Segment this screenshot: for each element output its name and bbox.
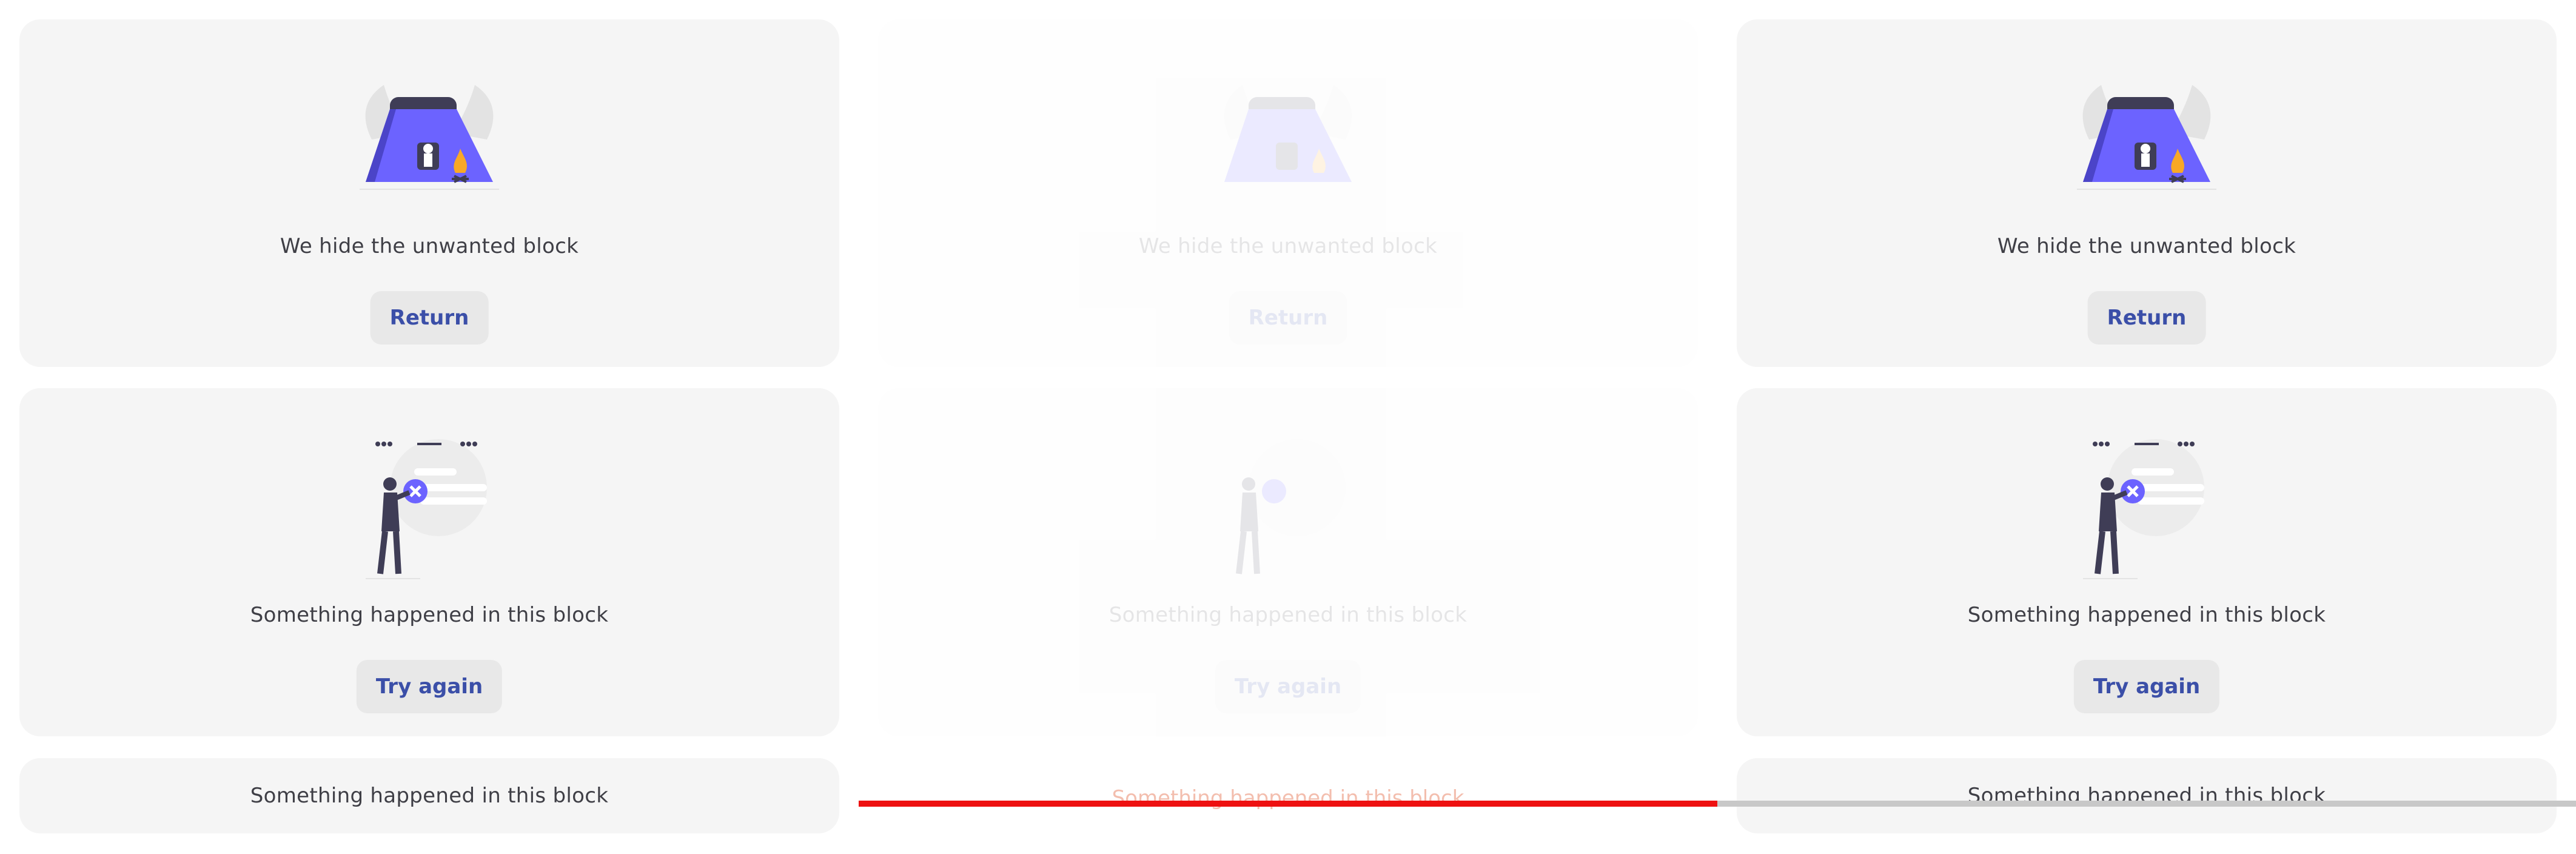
- column-left: We hide the unwanted block Return Someth…: [0, 0, 859, 854]
- error-block-card: Something happened in this block Try aga…: [878, 388, 1698, 736]
- block-message: Something happened in this block: [1967, 603, 2326, 627]
- block-message: We hide the unwanted block: [1138, 234, 1438, 258]
- hidden-block-card: We hide the unwanted block Return: [19, 19, 839, 367]
- block-message: We hide the unwanted block: [280, 234, 579, 258]
- return-button[interactable]: Return: [370, 291, 489, 345]
- block-message: Something happened in this block: [250, 603, 609, 627]
- tent-campfire-illustration: [2077, 85, 2216, 190]
- return-button[interactable]: Return: [1229, 291, 1347, 345]
- error-block-card: Something happened in this block Try aga…: [19, 388, 839, 736]
- try-again-button[interactable]: Try again: [1215, 660, 1361, 713]
- faded-block-message: Something happened in this block: [1112, 786, 1464, 810]
- person-error-illustration: [366, 439, 487, 579]
- person-error-illustration: [1236, 439, 1346, 574]
- block-message: We hide the unwanted block: [1997, 234, 2296, 258]
- column-middle-faded: We hide the unwanted block Return Someth…: [859, 0, 1717, 854]
- tent-campfire-illustration: [360, 85, 499, 190]
- person-error-illustration: [2083, 439, 2204, 579]
- tent-campfire-illustration: [1224, 85, 1352, 182]
- compact-error-card: Something happened in this block: [19, 758, 839, 833]
- try-again-button[interactable]: Try again: [2073, 660, 2220, 713]
- block-message: Something happened in this block: [1109, 603, 1467, 627]
- hidden-block-card: We hide the unwanted block Return: [1737, 19, 2557, 367]
- column-right: We hide the unwanted block Return Someth…: [1717, 0, 2576, 854]
- block-message: Something happened in this block: [250, 784, 609, 808]
- progress-bar-inactive: [1717, 801, 2576, 807]
- progress-bar-active: [859, 801, 1717, 807]
- hidden-block-card: We hide the unwanted block Return: [878, 19, 1698, 367]
- return-button[interactable]: Return: [2087, 291, 2206, 345]
- try-again-button[interactable]: Try again: [356, 660, 503, 713]
- compact-error-card: Something happened in this block: [1737, 758, 2557, 833]
- error-block-card: Something happened in this block Try aga…: [1737, 388, 2557, 736]
